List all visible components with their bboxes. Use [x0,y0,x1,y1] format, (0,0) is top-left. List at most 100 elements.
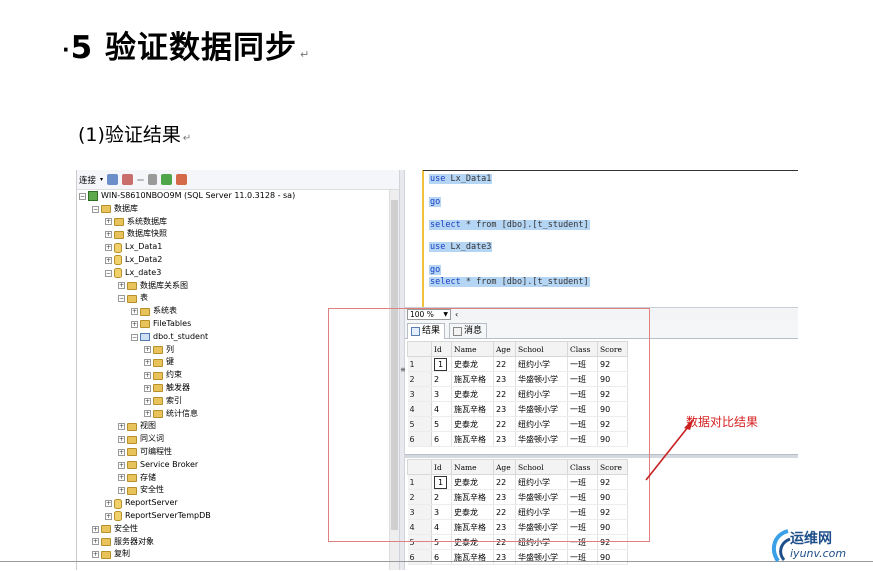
tree-node[interactable]: + Lx_Data1 [77,241,389,254]
table-row[interactable]: 4 4 施瓦辛格 23 华盛顿小学 一班 90 [407,401,628,417]
collapse-icon[interactable]: − [92,205,99,213]
results-grid-2[interactable]: Id Name Age School Class Score 1 1 史泰龙 22 纽约小学 一班 92… [407,459,628,565]
row-number[interactable]: 5 [407,416,432,432]
table-row[interactable]: 2 2 施瓦辛格 23 华盛顿小学 一班 90 [407,489,628,505]
tree-node[interactable]: + 数据库快照 [77,228,389,241]
tree-node[interactable]: + 统计信息 [77,408,389,421]
tree-node[interactable]: + 安全性 [77,523,389,536]
collapse-icon[interactable]: − [105,269,112,277]
expand-icon[interactable]: + [144,397,151,405]
row-number[interactable]: 5 [407,534,432,550]
column-header[interactable]: School [515,341,568,357]
selected-cell[interactable]: 1 [434,357,448,371]
query-editor[interactable]: use Lx_Data1 go select * from [dbo].[t_s… [405,170,798,307]
expand-icon[interactable]: + [105,256,112,264]
collapse-icon[interactable]: − [79,192,86,200]
tree-node[interactable]: − WIN-S8610NBOO9M (SQL Server 11.0.3128 -… [77,190,389,203]
expand-icon[interactable]: + [144,372,151,380]
tree-node[interactable]: + 触发器 [77,382,389,395]
expand-icon[interactable]: + [105,244,112,252]
column-header[interactable]: Score [597,341,628,357]
expand-icon[interactable]: + [118,487,125,495]
column-header[interactable]: Score [597,459,628,475]
expand-icon[interactable]: + [144,359,151,367]
tree-node[interactable]: − Lx_date3 [77,267,389,280]
code-line[interactable]: select * from [dbo].[t_student] [429,220,590,230]
column-header[interactable]: Age [493,459,516,475]
column-header[interactable]: School [515,459,568,475]
tree-node[interactable]: + 数据库关系图 [77,280,389,293]
expand-icon[interactable]: + [118,423,125,431]
expand-icon[interactable]: + [118,436,125,444]
tree-node[interactable]: + 存储 [77,472,389,485]
grid-corner[interactable] [407,341,432,357]
collapse-icon[interactable]: − [131,333,138,341]
tree-node[interactable]: + 约束 [77,369,389,382]
column-header[interactable]: Name [451,459,494,475]
table-row[interactable]: 1 1 史泰龙 22 纽约小学 一班 92 [407,474,628,490]
code-line[interactable]: use Lx_Data1 [429,174,493,184]
tree-node[interactable]: + ReportServer [77,497,389,510]
code-line[interactable]: go [429,265,442,275]
object-explorer-scrollbar[interactable] [389,190,399,570]
tree-node[interactable]: + 列 [77,344,389,357]
tree-node[interactable]: + 复制 [77,548,389,561]
column-header[interactable]: Class [567,341,598,357]
expand-icon[interactable]: + [118,282,125,290]
summary-icon[interactable] [176,174,188,185]
table-row[interactable]: 2 2 施瓦辛格 23 华盛顿小学 一班 90 [407,371,628,387]
tab-messages[interactable]: 消息 [449,323,488,338]
expand-icon[interactable]: + [131,320,138,328]
column-header[interactable]: Class [567,459,598,475]
expand-icon[interactable]: + [144,410,151,418]
tree-node[interactable]: + 可编程性 [77,446,389,459]
tree-node[interactable]: + ReportServerTempDB [77,510,389,523]
expand-icon[interactable]: + [92,525,99,533]
row-number[interactable]: 3 [407,504,432,520]
table-row[interactable]: 4 4 施瓦辛格 23 华盛顿小学 一班 90 [407,519,628,535]
results-grid-1[interactable]: Id Name Age School Class Score 1 1 史泰龙 22 纽约小学 一班 92… [407,341,628,447]
scrollbar-thumb[interactable] [391,200,398,530]
tree-node[interactable]: − 表 [77,292,389,305]
tree-node[interactable]: − dbo.t_student [77,331,389,344]
row-number[interactable]: 4 [407,401,432,417]
splitter-grip-icon[interactable]: ≡ [400,365,407,374]
tree-node[interactable]: + 视图 [77,420,389,433]
connect-icon[interactable] [107,174,119,185]
expand-icon[interactable]: + [105,231,112,239]
grid-corner[interactable] [407,459,432,475]
tree-node[interactable]: + 服务器对象 [77,536,389,549]
row-number[interactable]: 6 [407,431,432,447]
refresh-icon[interactable] [161,174,173,185]
row-number[interactable]: 6 [407,549,432,565]
expand-icon[interactable]: + [144,384,151,392]
stop-icon[interactable] [137,178,145,181]
tree-node[interactable]: − 数据库 [77,203,389,216]
connect-dropdown-icon[interactable]: ▾ [100,176,103,183]
row-number[interactable]: 1 [407,356,432,372]
code-line[interactable]: go [429,197,442,207]
selected-cell[interactable]: 1 [434,475,448,489]
row-number[interactable]: 4 [407,519,432,535]
table-row[interactable]: 6 6 施瓦辛格 23 华盛顿小学 一班 90 [407,549,628,565]
table-row[interactable]: 5 5 史泰龙 22 纽约小学 一班 92 [407,534,628,550]
tree-node[interactable]: + 同义词 [77,433,389,446]
disconnect-icon[interactable] [122,174,134,185]
tree-node[interactable]: + 索引 [77,395,389,408]
row-number[interactable]: 1 [407,474,432,490]
scroll-left-icon[interactable]: ‹ [455,310,458,319]
column-header[interactable]: Id [431,341,452,357]
expand-icon[interactable]: + [118,474,125,482]
tree-node[interactable]: + 键 [77,356,389,369]
tab-results[interactable]: 结果 [407,323,446,339]
expand-icon[interactable]: + [105,218,112,226]
column-header[interactable]: Age [493,341,516,357]
collapse-icon[interactable]: − [118,295,125,303]
tree-node[interactable]: + 系统表 [77,305,389,318]
expand-icon[interactable]: + [92,551,99,559]
row-number[interactable]: 3 [407,386,432,402]
tree-node[interactable]: + Service Broker [77,459,389,472]
code-line[interactable]: select * from [dbo].[t_student] [429,277,590,287]
row-number[interactable]: 2 [407,489,432,505]
expand-icon[interactable]: + [118,461,125,469]
